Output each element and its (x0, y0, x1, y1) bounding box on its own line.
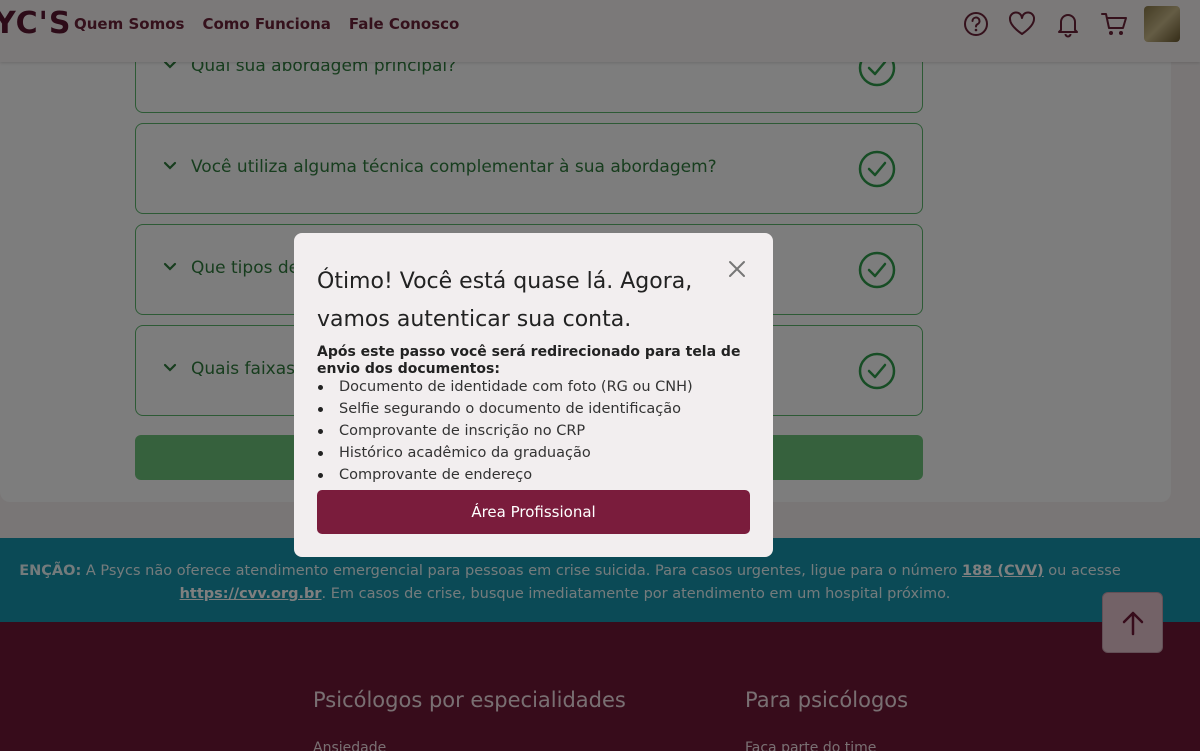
area-profissional-button[interactable]: Área Profissional (317, 490, 750, 534)
modal-title: Ótimo! Você está quase lá. Agora, vamos … (317, 269, 693, 332)
list-item: Comprovante de endereço (317, 464, 747, 486)
list-item: Selfie segurando o documento de identifi… (317, 398, 747, 420)
list-item: Documento de identidade com foto (RG ou … (317, 376, 747, 398)
modal-intro: Após este passo você será redirecionado … (317, 344, 741, 377)
list-item: Histórico acadêmico da graduação (317, 442, 747, 464)
list-item: Comprovante de inscrição no CRP (317, 420, 747, 442)
documents-list: Documento de identidade com foto (RG ou … (317, 376, 747, 486)
close-icon[interactable] (727, 259, 747, 279)
auth-modal: Ótimo! Você está quase lá. Agora, vamos … (294, 233, 773, 557)
